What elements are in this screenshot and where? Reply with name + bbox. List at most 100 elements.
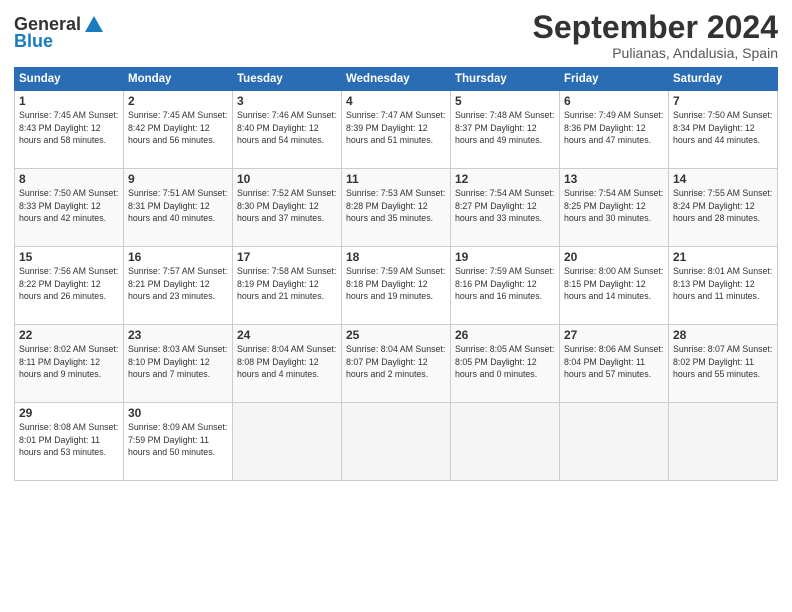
day-number: 30 [128,406,228,420]
day-number: 24 [237,328,337,342]
day-number: 20 [564,250,664,264]
day-info: Sunrise: 7:57 AM Sunset: 8:21 PM Dayligh… [128,265,228,302]
day-number: 26 [455,328,555,342]
day-number: 16 [128,250,228,264]
day-number: 11 [346,172,446,186]
calendar-week-4: 29Sunrise: 8:08 AM Sunset: 8:01 PM Dayli… [15,403,778,481]
day-number: 8 [19,172,119,186]
calendar-cell [342,403,451,481]
calendar-container: General Blue September 2024 Pulianas, An… [0,0,792,491]
day-info: Sunrise: 7:51 AM Sunset: 8:31 PM Dayligh… [128,187,228,224]
title-block: September 2024 Pulianas, Andalusia, Spai… [533,10,778,61]
day-number: 18 [346,250,446,264]
day-number: 2 [128,94,228,108]
logo: General Blue [14,14,105,52]
day-info: Sunrise: 7:46 AM Sunset: 8:40 PM Dayligh… [237,109,337,146]
calendar-week-3: 22Sunrise: 8:02 AM Sunset: 8:11 PM Dayli… [15,325,778,403]
day-info: Sunrise: 8:04 AM Sunset: 8:07 PM Dayligh… [346,343,446,380]
calendar-cell: 16Sunrise: 7:57 AM Sunset: 8:21 PM Dayli… [124,247,233,325]
day-info: Sunrise: 7:58 AM Sunset: 8:19 PM Dayligh… [237,265,337,302]
day-info: Sunrise: 8:01 AM Sunset: 8:13 PM Dayligh… [673,265,773,302]
day-info: Sunrise: 8:03 AM Sunset: 8:10 PM Dayligh… [128,343,228,380]
calendar-cell: 18Sunrise: 7:59 AM Sunset: 8:18 PM Dayli… [342,247,451,325]
col-thursday: Thursday [451,68,560,91]
calendar-cell: 21Sunrise: 8:01 AM Sunset: 8:13 PM Dayli… [669,247,778,325]
calendar-cell: 2Sunrise: 7:45 AM Sunset: 8:42 PM Daylig… [124,91,233,169]
day-info: Sunrise: 7:52 AM Sunset: 8:30 PM Dayligh… [237,187,337,224]
calendar-cell: 8Sunrise: 7:50 AM Sunset: 8:33 PM Daylig… [15,169,124,247]
col-tuesday: Tuesday [233,68,342,91]
calendar-cell: 12Sunrise: 7:54 AM Sunset: 8:27 PM Dayli… [451,169,560,247]
day-number: 1 [19,94,119,108]
calendar-cell: 10Sunrise: 7:52 AM Sunset: 8:30 PM Dayli… [233,169,342,247]
day-info: Sunrise: 8:09 AM Sunset: 7:59 PM Dayligh… [128,421,228,458]
day-info: Sunrise: 8:04 AM Sunset: 8:08 PM Dayligh… [237,343,337,380]
calendar-table: Sunday Monday Tuesday Wednesday Thursday… [14,67,778,481]
day-info: Sunrise: 7:54 AM Sunset: 8:27 PM Dayligh… [455,187,555,224]
day-info: Sunrise: 7:50 AM Sunset: 8:34 PM Dayligh… [673,109,773,146]
day-number: 15 [19,250,119,264]
day-number: 27 [564,328,664,342]
day-number: 21 [673,250,773,264]
col-wednesday: Wednesday [342,68,451,91]
day-info: Sunrise: 7:45 AM Sunset: 8:43 PM Dayligh… [19,109,119,146]
calendar-cell: 19Sunrise: 7:59 AM Sunset: 8:16 PM Dayli… [451,247,560,325]
calendar-cell: 29Sunrise: 8:08 AM Sunset: 8:01 PM Dayli… [15,403,124,481]
calendar-cell: 20Sunrise: 8:00 AM Sunset: 8:15 PM Dayli… [560,247,669,325]
calendar-cell [560,403,669,481]
header-row: General Blue September 2024 Pulianas, An… [14,10,778,61]
day-number: 12 [455,172,555,186]
day-info: Sunrise: 7:48 AM Sunset: 8:37 PM Dayligh… [455,109,555,146]
day-number: 25 [346,328,446,342]
day-number: 23 [128,328,228,342]
day-number: 13 [564,172,664,186]
day-info: Sunrise: 8:05 AM Sunset: 8:05 PM Dayligh… [455,343,555,380]
day-number: 19 [455,250,555,264]
day-info: Sunrise: 8:00 AM Sunset: 8:15 PM Dayligh… [564,265,664,302]
calendar-cell: 7Sunrise: 7:50 AM Sunset: 8:34 PM Daylig… [669,91,778,169]
day-info: Sunrise: 7:59 AM Sunset: 8:16 PM Dayligh… [455,265,555,302]
day-info: Sunrise: 8:06 AM Sunset: 8:04 PM Dayligh… [564,343,664,380]
calendar-week-1: 8Sunrise: 7:50 AM Sunset: 8:33 PM Daylig… [15,169,778,247]
day-number: 6 [564,94,664,108]
day-number: 17 [237,250,337,264]
day-info: Sunrise: 8:07 AM Sunset: 8:02 PM Dayligh… [673,343,773,380]
calendar-cell: 11Sunrise: 7:53 AM Sunset: 8:28 PM Dayli… [342,169,451,247]
day-number: 22 [19,328,119,342]
day-info: Sunrise: 7:55 AM Sunset: 8:24 PM Dayligh… [673,187,773,224]
day-number: 10 [237,172,337,186]
day-number: 28 [673,328,773,342]
calendar-cell: 23Sunrise: 8:03 AM Sunset: 8:10 PM Dayli… [124,325,233,403]
day-number: 5 [455,94,555,108]
day-info: Sunrise: 8:08 AM Sunset: 8:01 PM Dayligh… [19,421,119,458]
calendar-cell: 14Sunrise: 7:55 AM Sunset: 8:24 PM Dayli… [669,169,778,247]
day-number: 14 [673,172,773,186]
day-number: 4 [346,94,446,108]
calendar-cell [233,403,342,481]
calendar-cell: 25Sunrise: 8:04 AM Sunset: 8:07 PM Dayli… [342,325,451,403]
day-number: 7 [673,94,773,108]
col-monday: Monday [124,68,233,91]
day-info: Sunrise: 7:50 AM Sunset: 8:33 PM Dayligh… [19,187,119,224]
day-info: Sunrise: 8:02 AM Sunset: 8:11 PM Dayligh… [19,343,119,380]
day-info: Sunrise: 7:49 AM Sunset: 8:36 PM Dayligh… [564,109,664,146]
col-friday: Friday [560,68,669,91]
calendar-cell: 6Sunrise: 7:49 AM Sunset: 8:36 PM Daylig… [560,91,669,169]
calendar-cell: 30Sunrise: 8:09 AM Sunset: 7:59 PM Dayli… [124,403,233,481]
calendar-cell: 13Sunrise: 7:54 AM Sunset: 8:25 PM Dayli… [560,169,669,247]
calendar-cell: 17Sunrise: 7:58 AM Sunset: 8:19 PM Dayli… [233,247,342,325]
day-info: Sunrise: 7:54 AM Sunset: 8:25 PM Dayligh… [564,187,664,224]
calendar-cell: 4Sunrise: 7:47 AM Sunset: 8:39 PM Daylig… [342,91,451,169]
calendar-cell: 26Sunrise: 8:05 AM Sunset: 8:05 PM Dayli… [451,325,560,403]
calendar-cell: 9Sunrise: 7:51 AM Sunset: 8:31 PM Daylig… [124,169,233,247]
calendar-cell: 5Sunrise: 7:48 AM Sunset: 8:37 PM Daylig… [451,91,560,169]
location: Pulianas, Andalusia, Spain [533,45,778,61]
calendar-cell: 27Sunrise: 8:06 AM Sunset: 8:04 PM Dayli… [560,325,669,403]
day-info: Sunrise: 7:53 AM Sunset: 8:28 PM Dayligh… [346,187,446,224]
day-number: 9 [128,172,228,186]
calendar-cell: 28Sunrise: 8:07 AM Sunset: 8:02 PM Dayli… [669,325,778,403]
logo-icon [83,14,105,36]
day-info: Sunrise: 7:56 AM Sunset: 8:22 PM Dayligh… [19,265,119,302]
calendar-cell: 3Sunrise: 7:46 AM Sunset: 8:40 PM Daylig… [233,91,342,169]
day-number: 3 [237,94,337,108]
